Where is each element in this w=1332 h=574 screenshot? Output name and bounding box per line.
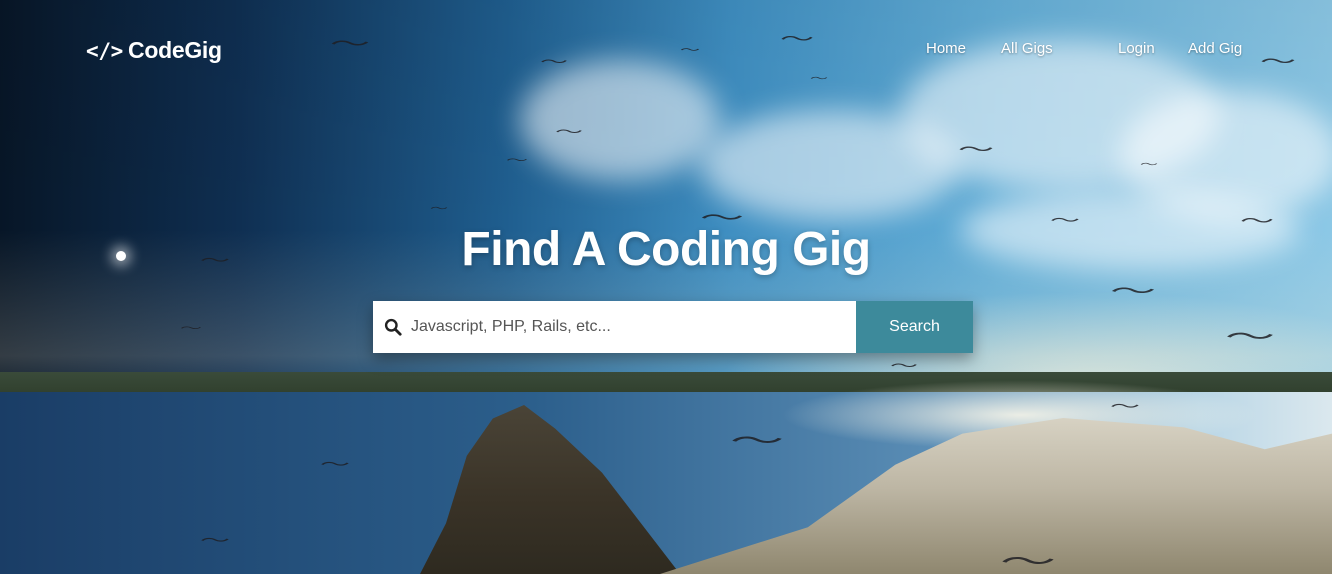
search-box[interactable] (373, 301, 856, 353)
bird: 〜 (1000, 547, 1056, 574)
bird: 〜 (430, 204, 448, 214)
search-button[interactable]: Search (856, 301, 973, 353)
nav-link-home[interactable]: Home (926, 40, 966, 57)
bird: 〜 (1225, 323, 1275, 351)
bird: 〜 (555, 124, 584, 140)
navbar: </> CodeGig Home All Gigs Login Add Gig (0, 0, 1332, 100)
page-title: Find A Coding Gig (461, 223, 871, 276)
bird: 〜 (180, 323, 203, 335)
hero-section: 〜 〜 〜 〜 〜 〜 〜 〜 〜 〜 〜 〜 〜 〜 〜 〜 〜 〜 〜 〜 … (0, 0, 1332, 574)
bird: 〜 (1140, 160, 1158, 170)
bird: 〜 (730, 426, 784, 455)
search-icon (384, 318, 402, 336)
search-form: Search (373, 301, 973, 353)
bird: 〜 (200, 532, 230, 549)
bird: 〜 (890, 358, 919, 374)
nav-link-add-gig[interactable]: Add Gig (1188, 40, 1242, 57)
bird: 〜 (506, 155, 529, 167)
nav-links: Home All Gigs Login Add Gig (0, 40, 1332, 64)
bird: 〜 (1110, 278, 1156, 304)
nav-link-login[interactable]: Login (1118, 40, 1155, 57)
nav-link-all-gigs[interactable]: All Gigs (1001, 40, 1053, 57)
bird: 〜 (958, 140, 995, 159)
search-input[interactable] (409, 317, 853, 337)
bird: 〜 (320, 456, 350, 473)
bird: 〜 (1110, 398, 1140, 415)
